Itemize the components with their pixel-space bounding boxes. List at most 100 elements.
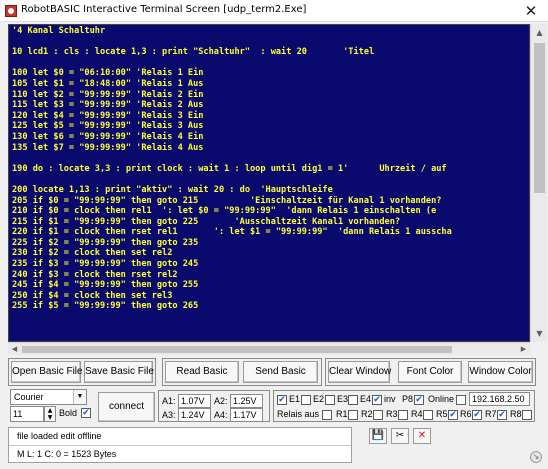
checkbox-r3[interactable]: [398, 410, 408, 420]
analog-value: 1.25V: [230, 394, 263, 408]
window-color-button[interactable]: Window Color: [468, 361, 533, 383]
status-text: file loaded edit offline: [17, 431, 102, 441]
checkbox-r1[interactable]: [348, 410, 358, 420]
checkbox-r5[interactable]: ✔: [448, 410, 458, 420]
clear-window-button[interactable]: Clear Window: [328, 361, 391, 383]
checkbox-r8[interactable]: [522, 410, 532, 420]
checkbox-e3[interactable]: [325, 395, 335, 405]
terminal-line: '4 Kanal Schaltuhr: [12, 26, 106, 36]
font-color-button[interactable]: Font Color: [398, 361, 462, 383]
font-size-field[interactable]: 11: [10, 406, 44, 422]
scroll-thumb[interactable]: [534, 43, 545, 193]
terminal-line: 240 if $3 = clock then rset rel2: [12, 269, 178, 280]
terminal-line: 210 if $0 = clock then rel1 ': let $0 = …: [12, 206, 437, 217]
app-icon: [5, 5, 17, 17]
title-bar: RobotBASIC Interactive Terminal Screen […: [0, 0, 548, 22]
terminal-line: 105 let $1 = "18:48:00" 'Relais 1 Aus: [12, 78, 204, 89]
terminal-line: 215 if $1 = "99:99:99" then goto 225 'Au…: [12, 216, 401, 227]
font-size-stepper[interactable]: ▲ ▼: [44, 406, 56, 422]
vertical-scrollbar[interactable]: ▲ ▼: [530, 24, 547, 342]
hscroll-thumb[interactable]: [22, 346, 452, 353]
checkbox-label: R3: [386, 409, 398, 419]
terminal-line: 205 if $0 = "99:99:99" then goto 215 'Ei…: [12, 195, 442, 206]
checkbox-label: R7: [485, 409, 497, 419]
stepper-up-icon[interactable]: ▲: [45, 407, 55, 414]
checkbox-inv[interactable]: ✔: [372, 395, 382, 405]
save-basic-file-button[interactable]: Save Basic File: [84, 361, 154, 383]
scissors-icon[interactable]: ✂: [391, 428, 409, 444]
analog-value: 1.17V: [230, 408, 263, 422]
checkbox-label: R6: [460, 409, 472, 419]
font-name-select[interactable]: Courier ▼: [10, 389, 87, 405]
read-basic-button[interactable]: Read Basic: [165, 361, 239, 383]
terminal-text: '4 Kanal Schaltuhr 10 lcd1 : cls : locate…: [12, 26, 452, 312]
cursor-info: M L: 1 C: 0 = 1523 Bytes: [17, 449, 117, 459]
terminal-line: 130 let $6 = "99:99:99" 'Relais 4 Ein: [12, 131, 204, 142]
checkbox-label: R5: [436, 409, 448, 419]
horizontal-scrollbar[interactable]: ◀ ▶: [8, 342, 530, 355]
checkbox-r2[interactable]: [373, 410, 383, 420]
status-panel: file loaded edit offline M L: 1 C: 0 = 1…: [8, 427, 352, 463]
save-icon[interactable]: 💾: [369, 428, 387, 444]
checkbox-p8[interactable]: ✔: [414, 395, 424, 405]
analog-label: A3:: [162, 410, 176, 420]
resize-icon[interactable]: ↘: [530, 451, 542, 463]
analog-label: A2:: [214, 396, 228, 406]
checkbox-label: E1: [289, 394, 301, 404]
checkbox-label: R2: [361, 409, 373, 419]
open-basic-file-button[interactable]: Open Basic File: [11, 361, 83, 383]
relais-checkbox[interactable]: [322, 410, 332, 420]
terminal-line: 10 lcd1 : cls : locate 1,3 : print "Scha…: [12, 47, 375, 58]
analog-value: 1.07V: [178, 394, 211, 408]
checkbox-label: inv: [384, 394, 396, 404]
terminal-line: 200 locate 1,13 : print "aktiv" : wait 2…: [12, 184, 333, 195]
terminal-line: 235 if $3 = "99:99:99" then goto 245: [12, 259, 199, 270]
checkbox-r7[interactable]: ✔: [497, 410, 507, 420]
terminal-line: 225 if $2 = "99:99:99" then goto 235: [12, 237, 199, 248]
checkbox-e1[interactable]: ✔: [277, 395, 287, 405]
checkbox-label: R4: [411, 409, 423, 419]
terminal-line: 125 let $5 = "99:99:99" 'Relais 3 Aus: [12, 121, 204, 132]
checkbox-label: E4: [360, 394, 372, 404]
terminal-line: 100 let $0 = "06:10:00" 'Relais 1 Ein: [12, 68, 204, 79]
terminal-line: 230 if $2 = clock then set rel2: [12, 248, 173, 259]
connect-button[interactable]: connect: [98, 392, 155, 422]
checkbox-label: E3: [337, 394, 349, 404]
checkbox-label: Online: [428, 394, 455, 404]
terminal-screen[interactable]: '4 Kanal Schaltuhr 10 lcd1 : cls : locate…: [8, 24, 530, 342]
terminal-line: 135 let $7 = "99:99:99" 'Relais 4 Aus: [12, 142, 204, 153]
scroll-right-icon[interactable]: ▶: [517, 343, 530, 356]
close-button[interactable]: ✕: [518, 1, 544, 21]
checkbox-online[interactable]: [456, 395, 466, 405]
checkbox-r6[interactable]: ✔: [472, 410, 482, 420]
relais-label: Relais aus: [277, 409, 320, 419]
scroll-left-icon[interactable]: ◀: [8, 343, 21, 356]
bold-checkbox[interactable]: ✔: [81, 408, 91, 418]
scroll-down-icon[interactable]: ▼: [531, 325, 548, 342]
chevron-down-icon: ▼: [73, 390, 86, 404]
checkbox-label: E2: [313, 394, 325, 404]
delete-icon[interactable]: ✕: [413, 428, 431, 444]
scroll-up-icon[interactable]: ▲: [531, 24, 548, 41]
analog-label: A1:: [162, 396, 176, 406]
checkbox-e2[interactable]: [301, 395, 311, 405]
stepper-down-icon[interactable]: ▼: [45, 414, 55, 421]
terminal-line: 245 if $4 = "99:99:99" then goto 255: [12, 280, 199, 291]
analog-value: 1.24V: [178, 408, 211, 422]
bold-label: Bold: [59, 408, 78, 418]
send-basic-button[interactable]: Send Basic: [243, 361, 318, 383]
window-title: RobotBASIC Interactive Terminal Screen […: [21, 4, 307, 15]
status-divider: [9, 445, 351, 446]
font-name-value: Courier: [14, 392, 44, 402]
checkbox-r4[interactable]: [423, 410, 433, 420]
terminal-line: 255 if $5 = "99:99:99" then goto 265: [12, 301, 199, 312]
terminal-line: 120 let $4 = "99:99:99" 'Relais 3 Ein: [12, 110, 204, 121]
terminal-line: 190 do : locate 3,3 : print clock : wait…: [12, 163, 447, 174]
ip-address-field[interactable]: 192.168.2.50: [469, 392, 530, 406]
checkbox-label: R8: [510, 409, 522, 419]
checkbox-e4[interactable]: [348, 395, 358, 405]
checkbox-label: P8: [402, 394, 414, 404]
